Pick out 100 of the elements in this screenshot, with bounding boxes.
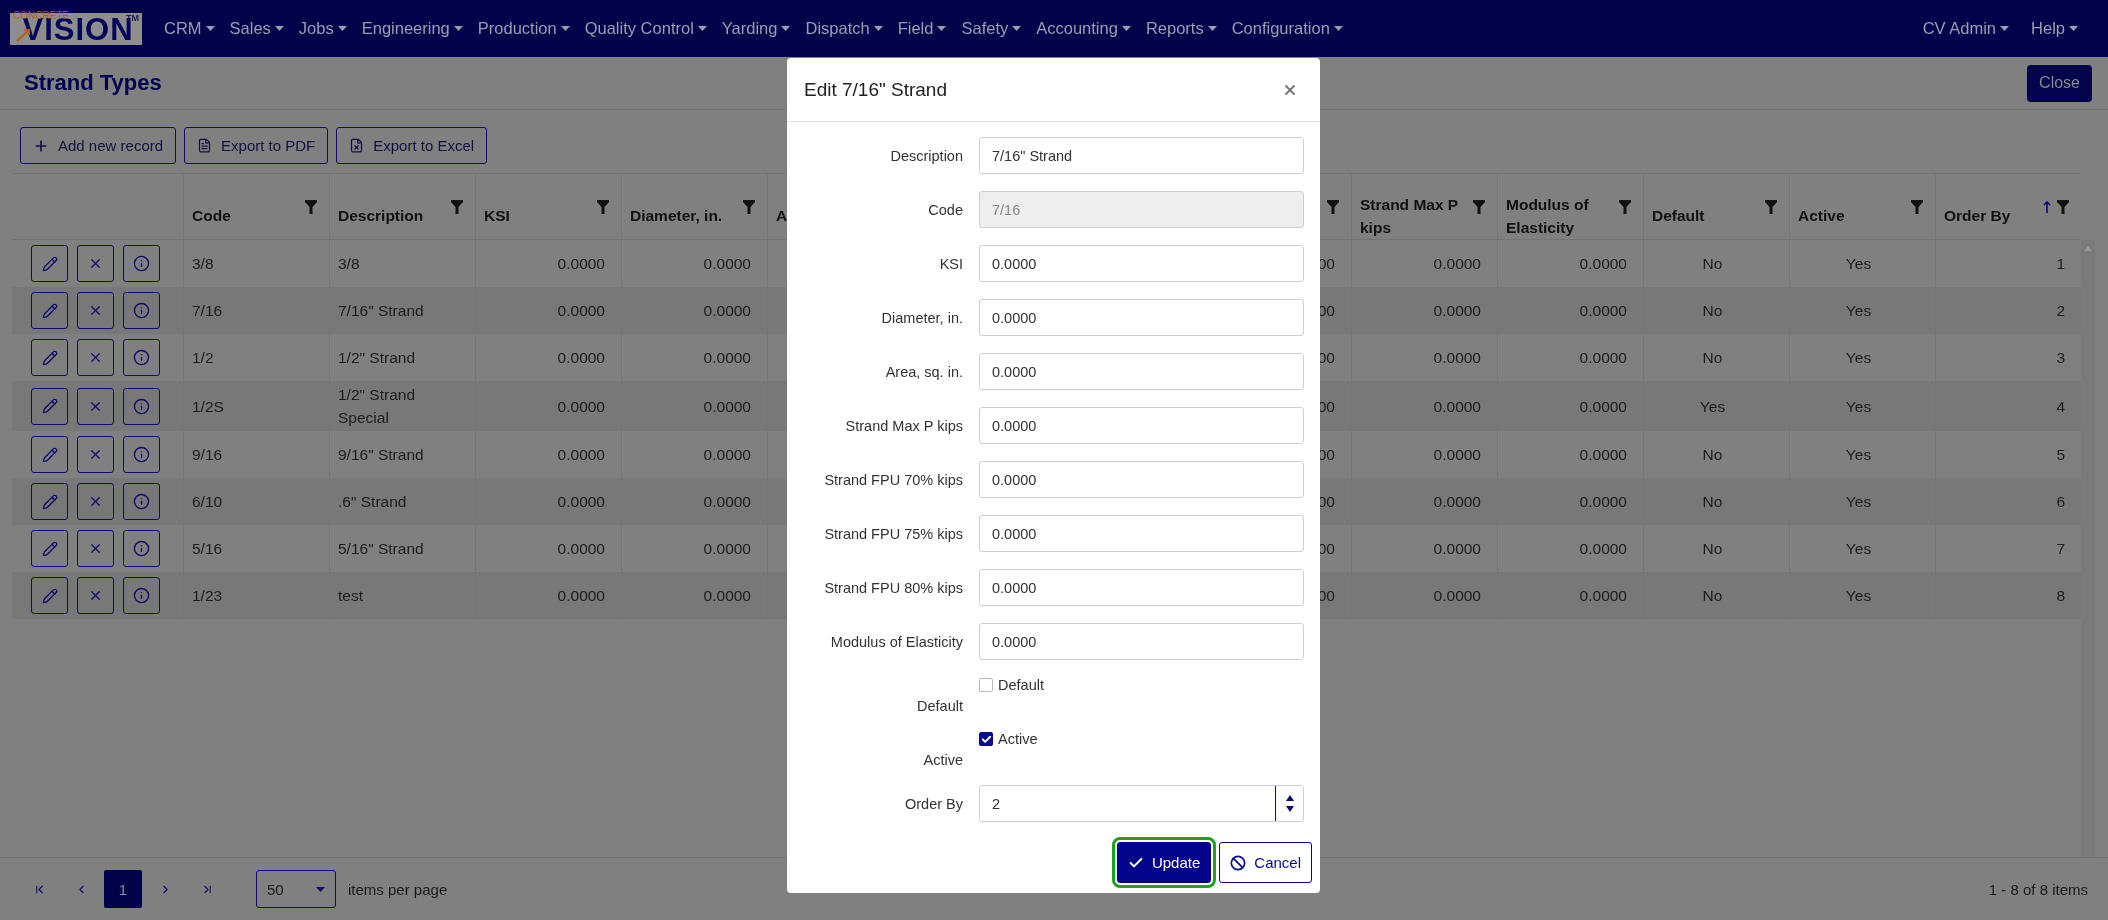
info-button[interactable] (123, 483, 160, 520)
table-cell-text: 7/16 (192, 301, 223, 321)
field-label: Active (922, 752, 963, 768)
nav-menu[interactable]: Reports (1145, 19, 1217, 38)
text-field[interactable]: 0.0000 (979, 407, 1304, 444)
column-header[interactable]: Description (338, 186, 445, 227)
edit-button[interactable] (31, 436, 68, 473)
nav-menu[interactable]: Sales (229, 19, 284, 38)
filter-icon[interactable] (305, 199, 317, 214)
column-header[interactable]: KSI (484, 186, 591, 227)
table-cell-text: 0.0000 (1579, 445, 1627, 465)
nav-menu[interactable]: Help (2031, 19, 2078, 38)
nav-menu[interactable]: CV Admin (1922, 19, 2010, 38)
info-button[interactable] (123, 577, 160, 614)
column-header[interactable]: Default (1652, 186, 1759, 227)
delete-button[interactable] (77, 339, 114, 376)
cancel-button[interactable]: Cancel (1219, 842, 1312, 883)
info-button[interactable] (123, 436, 160, 473)
edit-button[interactable] (31, 577, 68, 614)
column-header[interactable]: Code (192, 186, 299, 227)
field-label: Strand FPU 70% kips (823, 471, 963, 488)
close-button[interactable]: Close (2027, 64, 2092, 102)
edit-button[interactable] (31, 483, 68, 520)
number-field[interactable]: 2 (979, 785, 1304, 822)
filter-icon[interactable] (597, 199, 609, 214)
text-field[interactable]: 0.0000 (979, 569, 1304, 606)
table-cell-text: 3/8 (192, 254, 214, 274)
nav-menu[interactable]: Jobs (298, 19, 347, 38)
text-field[interactable]: 7/16" Strand (979, 137, 1304, 174)
info-button[interactable] (123, 339, 160, 376)
filter-icon[interactable] (1619, 199, 1631, 214)
info-button[interactable] (123, 387, 160, 425)
info-button[interactable] (123, 292, 160, 329)
column-header[interactable]: Modulus of Elasticity (1506, 174, 1613, 239)
table-cell-text: No (1702, 348, 1723, 368)
column-header[interactable]: Active (1798, 186, 1905, 227)
delete-button[interactable] (77, 530, 114, 567)
edit-button[interactable] (31, 387, 68, 425)
spin-down-icon[interactable] (1285, 806, 1294, 812)
filter-icon[interactable] (2057, 199, 2069, 214)
text-field[interactable]: 0.0000 (979, 515, 1304, 552)
checkbox-label: Active (998, 731, 1038, 747)
table-cell-text: Yes (1699, 396, 1726, 417)
delete-button[interactable] (77, 483, 114, 520)
checkbox[interactable] (979, 678, 993, 692)
text-field[interactable]: 0.0000 (979, 461, 1304, 498)
edit-button[interactable] (31, 339, 68, 376)
table-cell-text: Yes (1845, 348, 1872, 368)
nav-menu[interactable]: Dispatch (805, 19, 883, 38)
table-cell-text: 0.0000 (1433, 301, 1481, 321)
nav-menu[interactable]: Configuration (1231, 19, 1343, 38)
edit-button[interactable] (31, 530, 68, 567)
table-cell-text: 0.0000 (1433, 586, 1481, 606)
toolbar-button[interactable]: Export to Excel (336, 127, 488, 164)
delete-button[interactable] (77, 436, 114, 473)
filter-icon[interactable] (1911, 199, 1923, 214)
column-header[interactable]: Order By (1944, 186, 2037, 227)
nav-menu[interactable]: Engineering (361, 19, 463, 38)
filter-icon[interactable] (1765, 199, 1777, 214)
text-field[interactable]: 0.0000 (979, 353, 1304, 390)
field-label: KSI (938, 255, 963, 272)
checkbox[interactable] (979, 732, 993, 746)
filter-icon[interactable] (743, 199, 755, 214)
delete-button[interactable] (77, 577, 114, 614)
column-header[interactable]: Strand Max P kips (1360, 174, 1467, 239)
nav-menu[interactable]: Quality Control (584, 19, 707, 38)
spin-up-icon[interactable] (1285, 795, 1294, 801)
column-header[interactable]: Diameter, in. (630, 186, 737, 227)
page-size-label: items per page (348, 880, 448, 898)
edit-button[interactable] (31, 292, 68, 329)
nav-menu[interactable]: Field (897, 19, 947, 38)
close-icon (88, 541, 103, 556)
table-cell-text: 0.0000 (1579, 539, 1627, 559)
scrollbar[interactable] (2081, 240, 2095, 857)
nav-menu[interactable]: Yarding (721, 19, 791, 38)
info-button[interactable] (123, 245, 160, 282)
pencil-icon (41, 493, 58, 510)
text-field[interactable]: 0.0000 (979, 299, 1304, 336)
page-size-select[interactable]: 50 (256, 870, 336, 908)
info-icon (133, 397, 150, 415)
filter-icon[interactable] (1473, 199, 1485, 214)
nav-menu[interactable]: Production (477, 19, 570, 38)
toolbar-button[interactable]: Add new record (20, 127, 177, 164)
nav-menu[interactable]: CRM (164, 19, 215, 38)
text-field[interactable]: 0.0000 (979, 245, 1304, 282)
toolbar-button[interactable]: Export to PDF (184, 127, 329, 164)
table-cell-text: 5/16 (192, 539, 223, 559)
delete-button[interactable] (77, 245, 114, 282)
nav-menu[interactable]: Safety (961, 19, 1022, 38)
table-cell-text: 0.0000 (557, 396, 605, 417)
filter-icon[interactable] (451, 199, 463, 214)
info-button[interactable] (123, 530, 160, 567)
text-field[interactable]: 0.0000 (979, 623, 1304, 660)
nav-menu[interactable]: Accounting (1036, 19, 1131, 38)
edit-button[interactable] (31, 245, 68, 282)
filter-icon[interactable] (1327, 199, 1339, 214)
delete-button[interactable] (77, 292, 114, 329)
page-button[interactable]: 1 (104, 870, 142, 908)
delete-button[interactable] (77, 387, 114, 425)
table-cell-text: 0.0000 (557, 492, 605, 512)
